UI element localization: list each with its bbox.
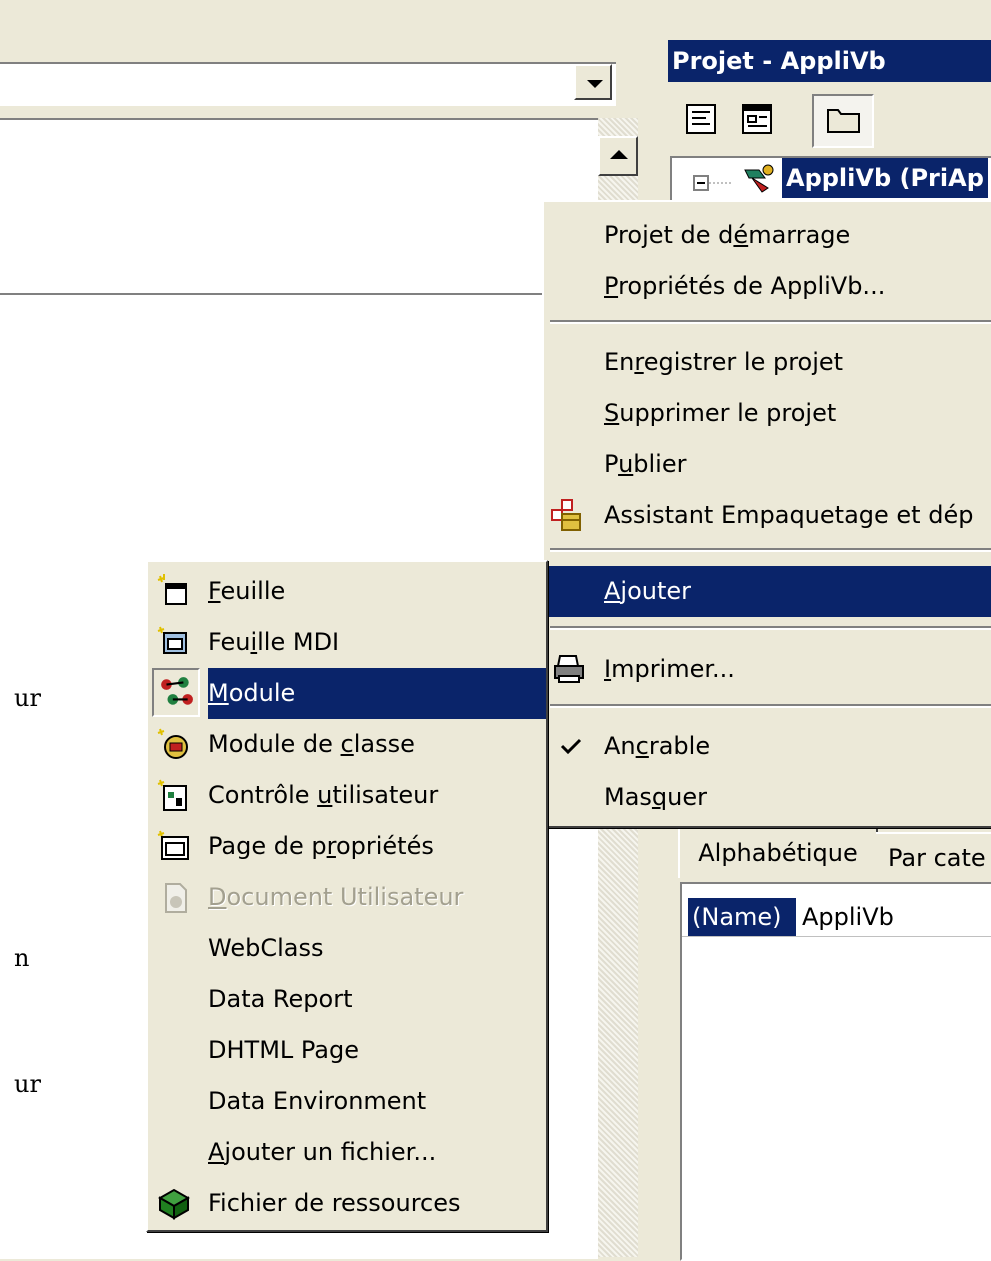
- menu-item-label: Feuille: [208, 577, 286, 605]
- submenu-item-data-environment[interactable]: Data Environment: [148, 1076, 546, 1127]
- menu-item-label: Document Utilisateur: [208, 883, 464, 911]
- code-text-fragment: ur: [14, 1070, 41, 1098]
- view-code-icon: [686, 104, 716, 134]
- new-user-control-icon: [157, 779, 187, 811]
- menu-item-publish[interactable]: Publier: [544, 439, 991, 490]
- menu-item-label: Data Environment: [208, 1087, 427, 1115]
- submenu-item-add-file[interactable]: Ajouter un fichier...: [148, 1127, 546, 1178]
- printer-icon: [554, 655, 584, 683]
- menu-separator: [550, 320, 991, 324]
- menu-item-label: Enregistrer le projet: [604, 348, 844, 376]
- submenu-item-mdi-form[interactable]: Feuille MDI: [148, 617, 546, 668]
- property-row[interactable]: (Name) AppliVb: [682, 898, 991, 937]
- packaging-wizard-icon: [551, 499, 581, 531]
- menu-item-label: Fichier de ressources: [208, 1189, 461, 1217]
- code-text-fragment: ur: [14, 684, 41, 712]
- project-icon: [744, 164, 774, 193]
- project-tree[interactable]: AppliVb (PriAp: [670, 156, 991, 204]
- menu-item-label: Ajouter: [604, 577, 692, 605]
- menu-item-packaging-wizard[interactable]: Assistant Empaquetage et dép: [544, 490, 991, 541]
- code-text-fragment: n: [14, 944, 30, 972]
- menu-item-label: Projet de démarrage: [604, 221, 851, 249]
- menu-item-label: Propriétés de AppliVb...: [604, 272, 886, 300]
- new-class-module-icon: [157, 728, 188, 759]
- menu-item-hide[interactable]: Masquer: [544, 772, 991, 823]
- combo-dropdown-button[interactable]: [574, 64, 612, 100]
- properties-grid[interactable]: (Name) AppliVb: [680, 882, 991, 1261]
- module-icon-frame: [152, 668, 200, 717]
- submenu-item-user-document[interactable]: Document Utilisateur: [148, 872, 546, 923]
- checkmark-icon: [560, 738, 582, 755]
- menu-item-label: Page de propriétés: [208, 832, 434, 860]
- menu-item-project-properties[interactable]: Propriétés de AppliVb...: [544, 261, 991, 312]
- menu-item-label: Imprimer...: [604, 655, 735, 683]
- property-name: (Name): [688, 898, 796, 936]
- menu-item-label: Data Report: [208, 985, 353, 1013]
- property-value[interactable]: AppliVb: [798, 898, 894, 936]
- toggle-folders-button[interactable]: [812, 94, 874, 148]
- menu-separator: [550, 704, 991, 708]
- submenu-item-resource-file[interactable]: Fichier de ressources: [148, 1178, 546, 1229]
- add-submenu: Feuille Feuille MDI Module Module de cla…: [146, 560, 548, 1232]
- menu-item-label: Publier: [604, 450, 687, 478]
- menu-item-label: DHTML Page: [208, 1036, 359, 1064]
- new-property-page-icon: [157, 830, 189, 860]
- menu-separator: [550, 626, 991, 630]
- procedure-divider: [0, 293, 598, 295]
- new-module-icon: [161, 677, 193, 705]
- menu-item-print[interactable]: Imprimer...: [544, 644, 991, 695]
- submenu-item-property-page[interactable]: Page de propriétés: [148, 821, 546, 872]
- submenu-item-class-module[interactable]: Module de classe: [148, 719, 546, 770]
- submenu-item-data-report[interactable]: Data Report: [148, 974, 546, 1025]
- submenu-item-form[interactable]: Feuille: [148, 566, 546, 617]
- new-mdi-form-icon: [157, 626, 187, 654]
- menu-item-label: Masquer: [604, 783, 707, 811]
- menu-item-startup-project[interactable]: Projet de démarrage: [544, 210, 991, 261]
- menu-item-save-project[interactable]: Enregistrer le projet: [544, 337, 991, 388]
- menu-item-label: Feuille MDI: [208, 628, 340, 656]
- submenu-item-webclass[interactable]: WebClass: [148, 923, 546, 974]
- menu-item-label: WebClass: [208, 934, 324, 962]
- view-object-button[interactable]: [740, 102, 774, 136]
- view-code-button[interactable]: [684, 102, 718, 136]
- submenu-item-user-control[interactable]: Contrôle utilisateur: [148, 770, 546, 821]
- menu-item-label: Module de classe: [208, 730, 415, 758]
- menu-item-remove-project[interactable]: Supprimer le projet: [544, 388, 991, 439]
- menu-item-label: Assistant Empaquetage et dép: [604, 501, 974, 529]
- scroll-up-button[interactable]: [598, 136, 638, 176]
- resource-file-icon: [157, 1188, 190, 1220]
- menu-item-label: Module: [208, 679, 296, 707]
- menu-item-add[interactable]: Ajouter: [544, 566, 991, 617]
- menu-item-dockable[interactable]: Ancrable: [544, 721, 991, 772]
- project-explorer-titlebar[interactable]: Projet - AppliVb: [668, 40, 991, 82]
- view-object-icon: [742, 104, 772, 134]
- folder-icon: [827, 109, 860, 133]
- menu-item-label: Contrôle utilisateur: [208, 781, 439, 809]
- submenu-item-dhtml-page[interactable]: DHTML Page: [148, 1025, 546, 1076]
- menu-item-label: Supprimer le projet: [604, 399, 837, 427]
- menu-item-label: Ajouter un fichier...: [208, 1138, 437, 1166]
- tree-node-project[interactable]: AppliVb (PriAp: [782, 158, 988, 198]
- tab-alphabetical[interactable]: Alphabétique: [678, 826, 878, 878]
- new-form-icon: [157, 574, 187, 605]
- object-combo[interactable]: [0, 62, 616, 106]
- menu-separator: [550, 548, 991, 552]
- tab-categorized[interactable]: Par cate: [876, 832, 991, 878]
- new-user-document-icon: [165, 883, 187, 913]
- project-context-menu: Projet de démarrage Propriétés de AppliV…: [542, 200, 991, 828]
- submenu-item-module[interactable]: Module: [208, 668, 546, 719]
- menu-item-label: Ancrable: [604, 732, 711, 760]
